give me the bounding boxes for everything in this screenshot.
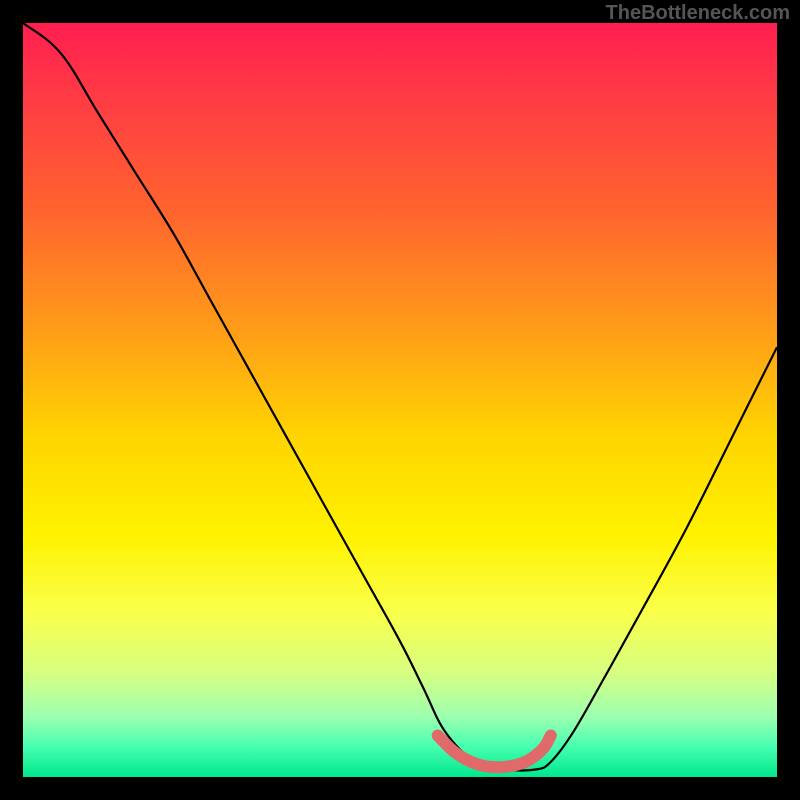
chart-plot-area (23, 23, 777, 777)
chart-svg (23, 23, 777, 777)
watermark-text: TheBottleneck.com (606, 2, 790, 25)
bottleneck-curve (23, 23, 777, 770)
sweet-spot-marker (438, 736, 551, 768)
